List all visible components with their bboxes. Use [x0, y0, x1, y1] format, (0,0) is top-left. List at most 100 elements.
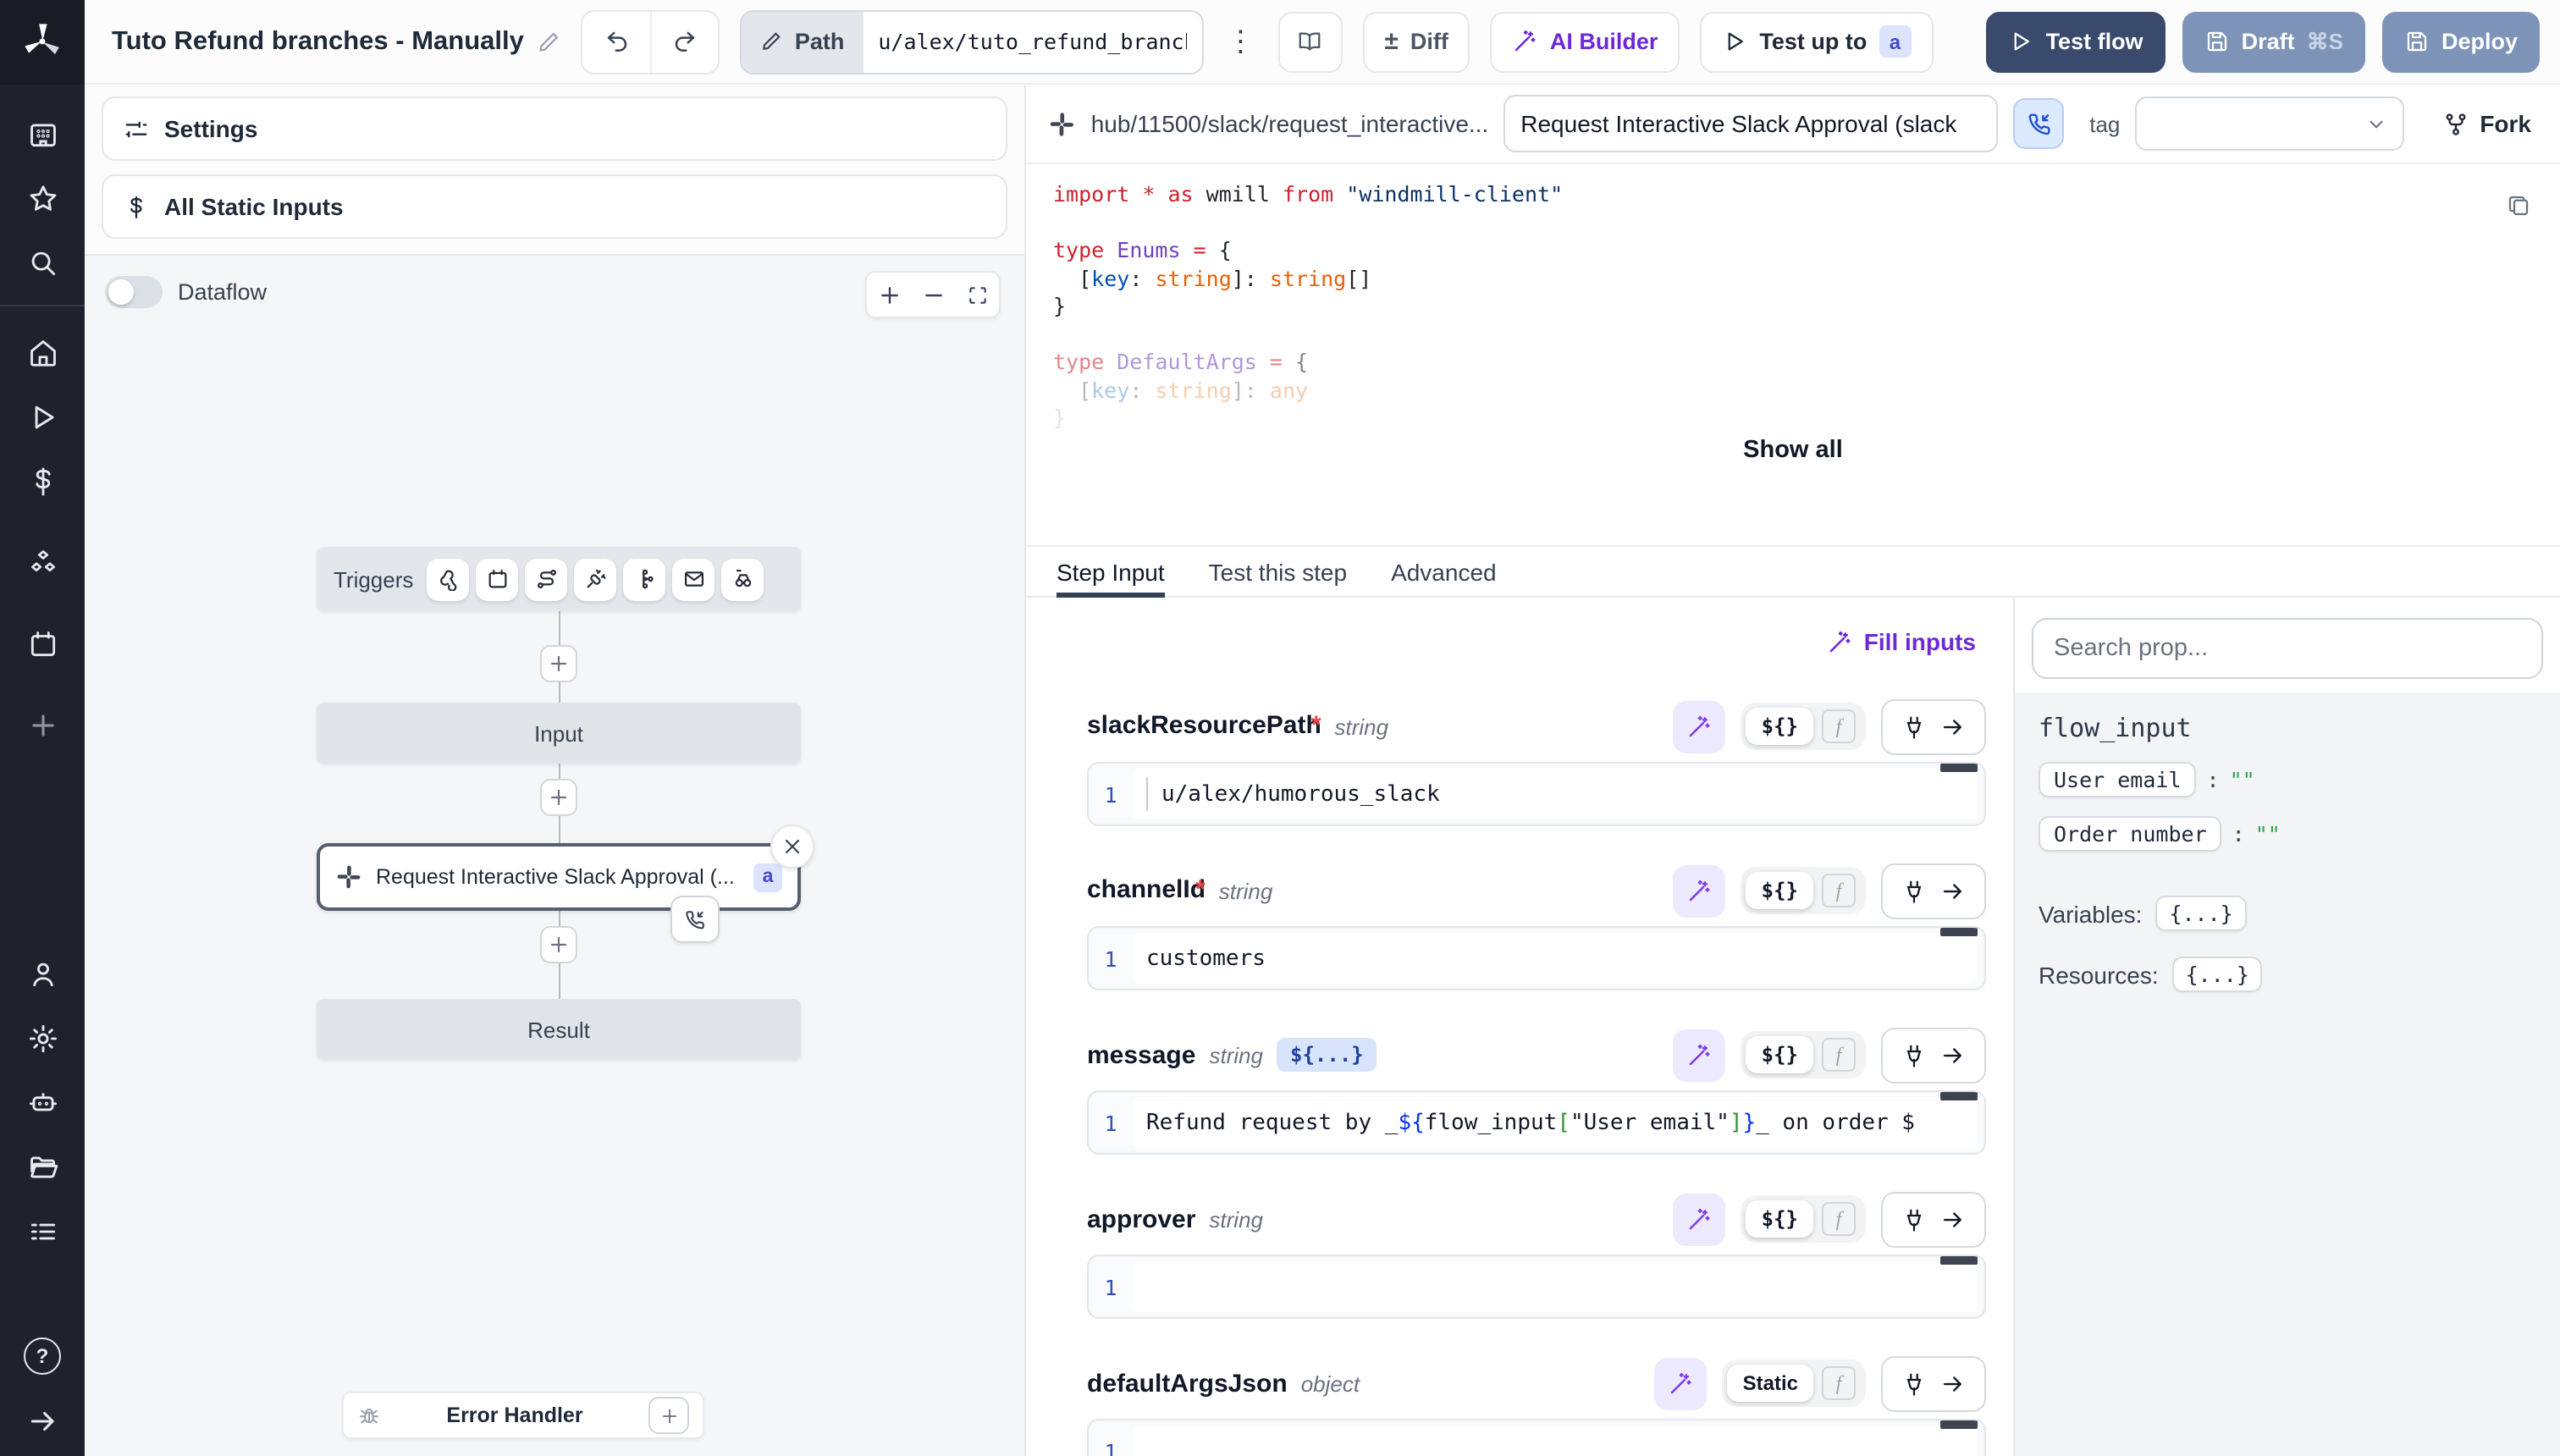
editor-scrollbar[interactable]	[1940, 928, 1978, 936]
diff-button[interactable]: ± Diff	[1362, 11, 1470, 72]
undo-button[interactable]	[583, 11, 651, 72]
tab-advanced[interactable]: Advanced	[1391, 547, 1497, 596]
route-trigger-icon[interactable]	[525, 558, 567, 600]
editor-scrollbar[interactable]	[1940, 1092, 1978, 1100]
variables-icon[interactable]	[14, 459, 71, 503]
function-mode-button[interactable]: f	[1822, 1202, 1856, 1236]
workspace-icon[interactable]	[14, 112, 71, 156]
hub-script-path[interactable]: hub/11500/slack/request_interactive...	[1091, 110, 1489, 137]
add-step-button[interactable]	[540, 779, 577, 816]
function-mode-button[interactable]: f	[1822, 709, 1856, 743]
fork-button[interactable]: Fork	[2442, 110, 2531, 137]
static-mode-button[interactable]: Static	[1728, 1365, 1813, 1402]
node-input[interactable]: Input	[317, 703, 801, 764]
connect-input-button[interactable]	[1881, 1191, 1986, 1247]
variables-expand-chip[interactable]: {...}	[2155, 896, 2246, 931]
windmill-logo[interactable]	[0, 0, 85, 85]
field-editor[interactable]: 1 u/alex/humorous_slack	[1087, 762, 1986, 826]
expr-mode-button[interactable]: ${}	[1746, 872, 1813, 909]
field-editor[interactable]: 1 Refund request by _${flow_input["User …	[1087, 1090, 1986, 1155]
suspend-approval-button[interactable]	[2013, 98, 2064, 149]
docs-button[interactable]	[1277, 11, 1342, 72]
home-icon[interactable]	[14, 330, 71, 374]
add-step-button[interactable]	[540, 926, 577, 963]
ai-fill-button[interactable]	[1674, 864, 1726, 917]
search-icon[interactable]	[14, 240, 71, 284]
draft-button[interactable]: Draft ⌘S	[2182, 11, 2365, 72]
prop-order-number-chip[interactable]: Order number	[2039, 816, 2222, 852]
path-input[interactable]	[863, 11, 1201, 72]
folders-icon[interactable]	[14, 1144, 71, 1189]
connect-input-button[interactable]	[1881, 863, 1986, 918]
node-triggers[interactable]: Triggers	[317, 547, 801, 611]
ai-fill-button[interactable]	[1674, 1029, 1726, 1081]
field-editor[interactable]: 1	[1087, 1419, 1986, 1456]
add-step-button[interactable]	[540, 645, 577, 682]
ai-builder-button[interactable]: AI Builder	[1491, 11, 1680, 72]
show-all-button[interactable]: Show all	[1723, 427, 1863, 474]
flow-settings-button[interactable]: Settings	[102, 97, 1007, 161]
help-icon[interactable]: ?	[14, 1334, 71, 1378]
audit-logs-icon[interactable]	[14, 1209, 71, 1253]
field-editor[interactable]: 1 customers	[1087, 926, 1986, 990]
redo-button[interactable]	[651, 11, 719, 72]
expr-mode-button[interactable]: ${}	[1746, 1200, 1813, 1238]
edit-title-pencil-icon[interactable]	[538, 30, 561, 53]
fit-view-button[interactable]	[955, 273, 999, 317]
ai-fill-button[interactable]	[1674, 1193, 1726, 1245]
resources-icon[interactable]	[14, 540, 71, 584]
zoom-in-button[interactable]	[867, 273, 911, 317]
expr-mode-button[interactable]: ${}	[1746, 1036, 1813, 1073]
ai-fill-button[interactable]	[1655, 1357, 1708, 1409]
schedules-icon[interactable]	[14, 621, 71, 665]
users-icon[interactable]	[14, 951, 71, 995]
favorites-star-icon[interactable]	[14, 176, 71, 220]
more-menu-button[interactable]: ⋮	[1223, 25, 1257, 58]
kafka-trigger-icon[interactable]	[623, 558, 665, 600]
all-static-inputs-button[interactable]: All Static Inputs	[102, 174, 1007, 239]
resources-expand-chip[interactable]: {...}	[2172, 957, 2263, 992]
connect-input-button[interactable]	[1881, 1027, 1986, 1083]
prop-user-email-chip[interactable]: User email	[2039, 762, 2197, 797]
field-editor[interactable]: 1	[1087, 1255, 1986, 1319]
function-mode-button[interactable]: f	[1822, 874, 1856, 907]
suspend-approval-badge[interactable]	[670, 896, 720, 943]
settings-gear-icon[interactable]	[14, 1016, 71, 1060]
delete-step-button[interactable]	[770, 825, 814, 869]
copy-code-button[interactable]	[2506, 193, 2531, 218]
poll-trigger-icon[interactable]	[721, 558, 764, 600]
test-up-to-button[interactable]: Test up to a	[1700, 11, 1933, 72]
step-code-preview[interactable]: import * as wmill from "windmill-client"…	[1026, 164, 2560, 545]
websocket-trigger-icon[interactable]	[574, 558, 616, 600]
editor-scrollbar[interactable]	[1940, 1256, 1978, 1265]
expand-sidebar-icon[interactable]	[14, 1398, 71, 1442]
function-mode-button[interactable]: f	[1822, 1038, 1856, 1072]
editor-scrollbar[interactable]	[1940, 1420, 1978, 1429]
step-summary-input[interactable]	[1503, 95, 1998, 152]
tab-step-input[interactable]: Step Input	[1057, 547, 1165, 596]
connect-input-button[interactable]	[1881, 1355, 1986, 1411]
dataflow-toggle[interactable]	[105, 276, 163, 308]
add-error-handler-button[interactable]	[648, 1397, 689, 1434]
tab-test-this-step[interactable]: Test this step	[1209, 547, 1347, 596]
error-handler-node[interactable]: Error Handler	[342, 1392, 704, 1439]
runs-icon[interactable]	[14, 394, 71, 438]
connect-input-button[interactable]	[1881, 698, 1986, 754]
node-result[interactable]: Result	[317, 999, 801, 1060]
email-trigger-icon[interactable]	[672, 558, 714, 600]
webhook-trigger-icon[interactable]	[427, 558, 469, 600]
function-mode-button[interactable]: f	[1822, 1366, 1856, 1400]
ai-robot-icon[interactable]	[14, 1080, 71, 1124]
test-flow-button[interactable]: Test flow	[1987, 11, 2166, 72]
tag-select[interactable]	[2135, 97, 2403, 151]
editor-scrollbar[interactable]	[1940, 764, 1978, 772]
flow-canvas[interactable]: Dataflow Triggers Input	[85, 254, 1024, 1456]
schedule-trigger-icon[interactable]	[476, 558, 518, 600]
search-prop-input[interactable]	[2032, 618, 2543, 679]
add-icon[interactable]	[14, 703, 71, 747]
node-step-slack-approval[interactable]: Request Interactive Slack Approval (... …	[317, 843, 801, 911]
path-control[interactable]: Path	[741, 9, 1204, 74]
ai-fill-button[interactable]	[1674, 700, 1726, 753]
fill-inputs-button[interactable]: Fill inputs	[1817, 621, 1986, 662]
zoom-out-button[interactable]	[911, 273, 955, 317]
